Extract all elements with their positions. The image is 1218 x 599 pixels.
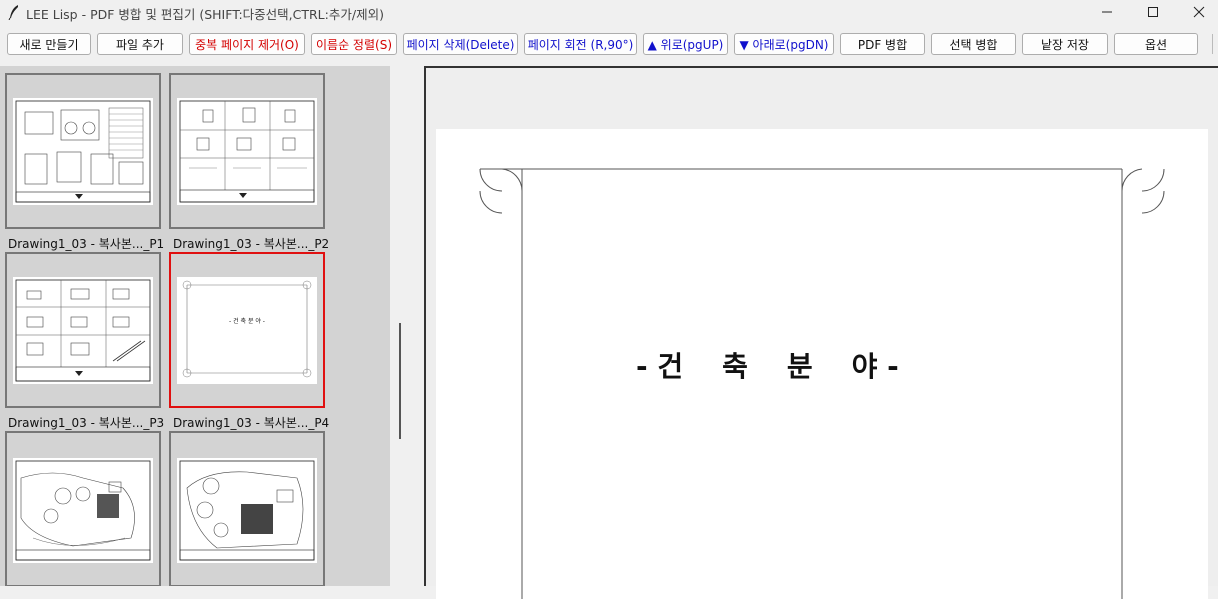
thumbnail-image <box>13 98 153 205</box>
drawing-preview <box>15 460 151 561</box>
drawing-preview: - 건 축 분 야 - <box>182 280 312 378</box>
save-single-pages-button[interactable]: 낱장 저장 <box>1022 33 1108 55</box>
remove-duplicate-pages-button[interactable]: 중복 페이지 제거(O) <box>189 33 305 55</box>
maximize-button[interactable] <box>1130 0 1176 24</box>
rotate-page-button[interactable]: 페이지 회전 (R,90°) <box>524 33 637 55</box>
thumbnail-page-1[interactable] <box>5 73 161 229</box>
thumbnail-caption: Drawing1_03 - 복사본..._P3 <box>8 416 165 430</box>
thumbnail-caption: Drawing1_03 - 복사본..._P2 <box>173 237 330 251</box>
pdf-merge-button[interactable]: PDF 병합 <box>840 33 925 55</box>
move-up-button[interactable]: ▲ 위로(pgUP) <box>643 33 728 55</box>
merge-selected-button[interactable]: 선택 병합 <box>931 33 1016 55</box>
thumbnail-page-3[interactable] <box>5 252 161 408</box>
drawing-preview <box>179 460 315 561</box>
new-button[interactable]: 새로 만들기 <box>7 33 91 55</box>
thumbnail-page-2[interactable] <box>169 73 325 229</box>
close-button[interactable] <box>1176 0 1218 24</box>
preview-page: - 건 축 분 야 - <box>436 129 1208 599</box>
maximize-icon <box>1148 7 1158 17</box>
preview-cover-title: - 건 축 분 야 - <box>636 350 899 383</box>
thumbnail-page-4[interactable]: - 건 축 분 야 - <box>169 252 325 408</box>
drawing-preview <box>179 100 315 203</box>
sort-by-name-button[interactable]: 이름순 정렬(S) <box>311 33 397 55</box>
move-down-button[interactable]: ▼ 아래로(pgDN) <box>734 33 834 55</box>
thumbnail-caption: Drawing1_03 - 복사본..._P1 <box>8 237 165 251</box>
thumbnail-panel[interactable]: Drawing1_03 - 복사본..._P1 Drawing1_03 - 복사… <box>0 66 390 586</box>
thumbnail-image <box>13 458 153 563</box>
window-title: LEE Lisp - PDF 병합 및 편집기 (SHIFT:다중선택,CTRL… <box>26 7 384 22</box>
title-bar: LEE Lisp - PDF 병합 및 편집기 (SHIFT:다중선택,CTRL… <box>0 0 1218 24</box>
thumbnail-image <box>177 458 317 563</box>
drawing-preview <box>15 100 151 203</box>
feather-icon <box>8 5 18 20</box>
panel-splitter-handle[interactable] <box>399 323 401 439</box>
toolbar: 새로 만들기 파일 추가 중복 페이지 제거(O) 이름순 정렬(S) 페이지 … <box>0 24 1218 62</box>
close-icon <box>1193 6 1205 18</box>
page-preview-area[interactable]: - 건 축 분 야 - <box>424 66 1218 599</box>
add-file-button[interactable]: 파일 추가 <box>97 33 183 55</box>
minimize-button[interactable] <box>1084 0 1130 24</box>
thumbnail-page-6[interactable] <box>169 431 325 586</box>
minimize-icon <box>1102 11 1112 13</box>
toolbar-overflow-edge <box>1212 34 1214 54</box>
delete-page-button[interactable]: 페이지 삭제(Delete) <box>403 33 518 55</box>
thumbnail-image <box>177 98 317 205</box>
thumbnail-caption: Drawing1_03 - 복사본..._P4 <box>173 416 330 430</box>
cover-thumb-text: - 건 축 분 야 - <box>229 317 265 325</box>
drawing-preview <box>15 279 151 382</box>
thumbnail-image: - 건 축 분 야 - <box>177 277 317 384</box>
options-button[interactable]: 옵션 <box>1114 33 1198 55</box>
thumbnail-page-5[interactable] <box>5 431 161 586</box>
thumbnail-image <box>13 277 153 384</box>
